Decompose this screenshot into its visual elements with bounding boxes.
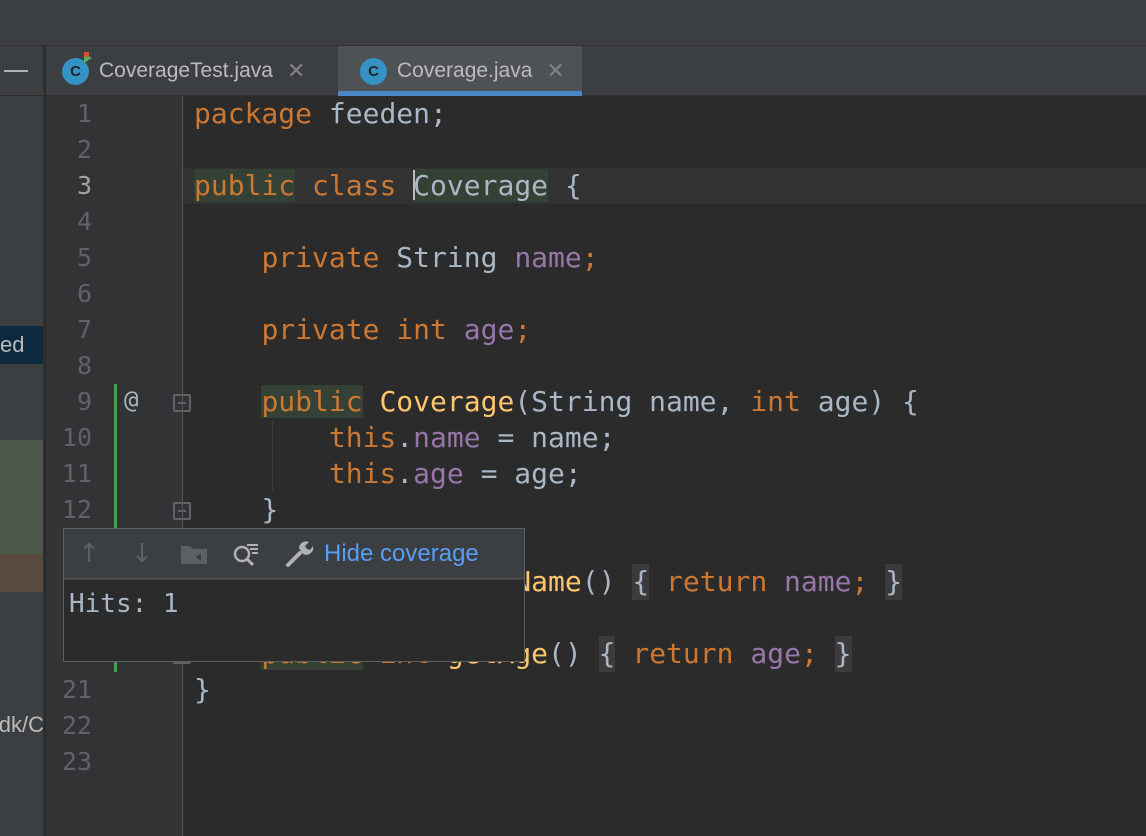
code-line-10: this.name = name; [328,421,616,454]
window-title-bar [0,0,1146,46]
arrow-up-icon[interactable]: ↑ [74,539,104,569]
project-panel-header [0,46,43,96]
code-line-12: } [261,493,279,526]
tab-label: CoverageTest.java [99,59,273,82]
wrench-icon[interactable] [284,539,314,569]
project-tree-path-item[interactable]: dk/C [0,708,43,742]
line-number: 22 [61,711,92,740]
line-number: 12 [61,495,92,524]
hide-coverage-link[interactable]: Hide coverage [324,539,479,569]
project-panel: ed dk/C [0,46,44,836]
line-number: 2 [76,135,92,164]
tab-coverage-test[interactable]: C CoverageTest.java ✕ [62,46,305,96]
coverage-marker[interactable] [114,384,117,528]
code-line-9: public Coverage(String name, int age) { [261,385,919,418]
code-line-5: private String name; [261,241,599,274]
collapse-icon[interactable] [4,70,28,72]
line-number: 1 [76,99,92,128]
code-line-3: public class Coverage { [194,169,582,202]
line-number: 23 [61,747,92,776]
line-number: 9 [76,387,92,416]
find-usages-icon[interactable] [231,539,261,569]
coverage-covered-row [0,440,43,554]
arrow-down-icon[interactable]: ↓ [127,539,157,569]
text-caret [413,170,416,200]
line-number: 21 [61,675,92,704]
close-icon[interactable]: ✕ [546,58,564,84]
java-class-icon: C [360,57,387,85]
hits-count: Hits: 1 [69,589,179,619]
tab-label: Coverage.java [397,59,533,82]
code-line-1: package feeden; [194,97,447,130]
line-number: 8 [76,351,92,380]
coverage-popup: ↑ ↓ Hide coverage Hits: 1 [63,528,525,662]
line-number: 11 [61,459,92,488]
line-number: 5 [76,243,92,272]
line-number-current: 3 [76,171,92,200]
java-class-test-icon: C [62,51,92,85]
coverage-popup-body: Hits: 1 [64,580,524,661]
folder-icon[interactable] [179,539,209,569]
gutter-divider [182,96,183,836]
line-number: 6 [76,279,92,308]
editor-tab-bar: C CoverageTest.java ✕ C Coverage.java ✕ [46,46,1146,96]
code-line-11: this.age = age; [328,457,582,490]
code-editor[interactable]: 1 2 3 4 5 6 7 8 9 10 11 12 13 20 21 22 2… [46,96,1146,836]
line-number: 4 [76,207,92,236]
coverage-partial-row [0,554,43,592]
code-line-7: private int age; [261,313,532,346]
code-line-21: } [194,673,211,706]
close-icon[interactable]: ✕ [287,58,305,84]
line-number: 7 [76,315,92,344]
tab-coverage[interactable]: C Coverage.java ✕ [338,46,582,96]
override-marker-icon[interactable]: @ [124,382,154,418]
line-number: 10 [61,423,92,452]
editor-gutter: 1 2 3 4 5 6 7 8 9 10 11 12 13 20 21 22 2… [46,96,191,836]
coverage-popup-toolbar: ↑ ↓ Hide coverage [64,529,524,579]
project-tree-selected-item[interactable]: ed [0,326,43,364]
